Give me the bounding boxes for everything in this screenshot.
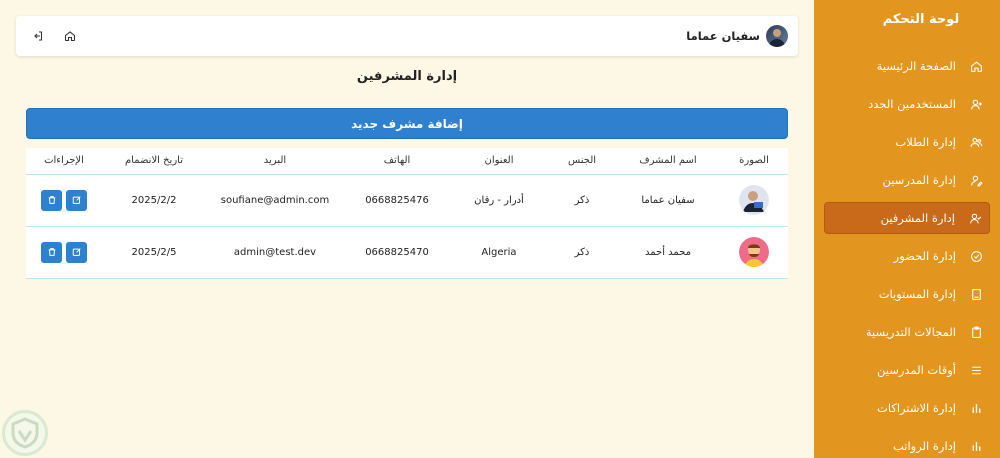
column-header-phone: الهاتف — [344, 148, 450, 175]
supervisor-gender: ذكر — [548, 174, 616, 227]
menu-icon — [962, 364, 990, 377]
sidebar-item-label: إدارة الطلاب — [895, 135, 956, 149]
sidebar-item-label: الصفحة الرئيسية — [876, 59, 956, 73]
edit-icon — [72, 248, 81, 256]
sidebar-nav: الصفحة الرئيسية المستخدمين الجدد إدارة ا… — [814, 50, 1000, 458]
user-plus-icon — [962, 98, 990, 111]
table-row: محمد أحمد ذكر Algeria 0668825470 admin@t… — [26, 226, 788, 279]
watermark-logo — [2, 410, 48, 456]
column-header-gender: الجنس — [548, 148, 616, 175]
home-icon[interactable] — [62, 28, 78, 44]
sidebar-item-attendance[interactable]: إدارة الحضور — [824, 240, 990, 272]
column-header-actions: الإجراءات — [26, 148, 102, 175]
clipboard-icon — [962, 326, 990, 339]
table-row: سفيان عماما ذكر أدرار - رقان 0668825476 … — [26, 174, 788, 227]
sidebar-item-teacher-times[interactable]: أوقات المدرسين — [824, 354, 990, 386]
column-header-join-date: تاريخ الانضمام — [102, 148, 206, 175]
supervisor-email: soufiane@admin.com — [206, 174, 344, 227]
bar-chart-icon — [962, 402, 990, 415]
edit-button[interactable] — [66, 241, 87, 263]
supervisor-phone: 0668825470 — [344, 226, 450, 279]
sidebar-item-label: إدارة المشرفين — [880, 211, 955, 225]
users-icon — [962, 136, 990, 149]
supervisor-join-date: 2025/2/2 — [102, 174, 206, 227]
sidebar-item-label: إدارة الاشتراكات — [877, 401, 956, 415]
delete-button[interactable] — [41, 189, 62, 211]
sidebar-item-label: المجالات التدريسية — [865, 325, 956, 339]
sidebar-item-label: إدارة الرواتب — [892, 439, 956, 453]
supervisor-phone: 0668825476 — [344, 174, 450, 227]
add-supervisor-button[interactable]: إضافة مشرف جديد — [26, 108, 788, 139]
page-title: إدارة المشرفين — [356, 69, 458, 84]
column-header-address: العنوان — [450, 148, 548, 175]
supervisor-join-date: 2025/2/5 — [102, 226, 206, 279]
sidebar-item-subscriptions[interactable]: إدارة الاشتراكات — [824, 392, 990, 424]
user-check-icon — [961, 212, 989, 225]
column-header-name: اسم المشرف — [616, 148, 720, 175]
sidebar-item-salaries[interactable]: إدارة الرواتب — [824, 430, 990, 458]
sidebar-item-label: المستخدمين الجدد — [868, 97, 956, 111]
check-circle-icon — [962, 250, 990, 263]
user-pen-icon — [962, 174, 990, 187]
sidebar-item-label: إدارة المستويات — [878, 287, 956, 301]
column-header-photo: الصورة — [720, 148, 788, 175]
edit-icon — [72, 196, 81, 204]
supervisor-address: Algeria — [450, 226, 548, 279]
user-name: سفيان عماما — [686, 29, 760, 43]
home-icon — [962, 60, 990, 73]
delete-button[interactable] — [41, 241, 62, 263]
top-bar: سفيان عماما — [16, 16, 798, 56]
sidebar-item-students[interactable]: إدارة الطلاب — [824, 126, 990, 158]
supervisor-name: سفيان عماما — [616, 174, 720, 227]
sidebar-item-teachers[interactable]: إدارة المدرسين — [824, 164, 990, 196]
bar-chart-icon — [962, 440, 990, 453]
edit-button[interactable] — [66, 189, 87, 211]
sidebar-item-label: إدارة المدرسين — [882, 173, 956, 187]
sidebar-item-supervisors[interactable]: إدارة المشرفين — [824, 202, 990, 234]
sidebar: لوحة التحكم الصفحة الرئيسية المستخدمين ا… — [814, 0, 1000, 458]
supervisor-email: admin@test.dev — [206, 226, 344, 279]
avatar — [739, 185, 769, 215]
trash-icon — [48, 196, 55, 204]
table-header-row: الصورة اسم المشرف الجنس العنوان الهاتف ا… — [26, 148, 788, 175]
avatar — [766, 25, 788, 47]
sidebar-title: لوحة التحكم — [882, 12, 960, 27]
sidebar-item-label: أوقات المدرسين — [876, 363, 956, 377]
sidebar-item-fields[interactable]: المجالات التدريسية — [824, 316, 990, 348]
supervisor-address: أدرار - رقان — [450, 174, 548, 227]
logout-icon[interactable] — [30, 28, 46, 44]
sidebar-item-levels[interactable]: إدارة المستويات — [824, 278, 990, 310]
supervisors-table: الصورة اسم المشرف الجنس العنوان الهاتف ا… — [26, 148, 788, 279]
supervisor-gender: ذكر — [548, 226, 616, 279]
trash-icon — [48, 248, 55, 256]
supervisor-name: محمد أحمد — [616, 226, 720, 279]
column-header-email: البريد — [206, 148, 344, 175]
user-menu[interactable]: سفيان عماما — [686, 25, 788, 47]
sidebar-item-label: إدارة الحضور — [893, 249, 956, 263]
book-icon — [962, 288, 990, 301]
sidebar-item-new-users[interactable]: المستخدمين الجدد — [824, 88, 990, 120]
avatar — [739, 237, 769, 267]
sidebar-item-home[interactable]: الصفحة الرئيسية — [824, 50, 990, 82]
